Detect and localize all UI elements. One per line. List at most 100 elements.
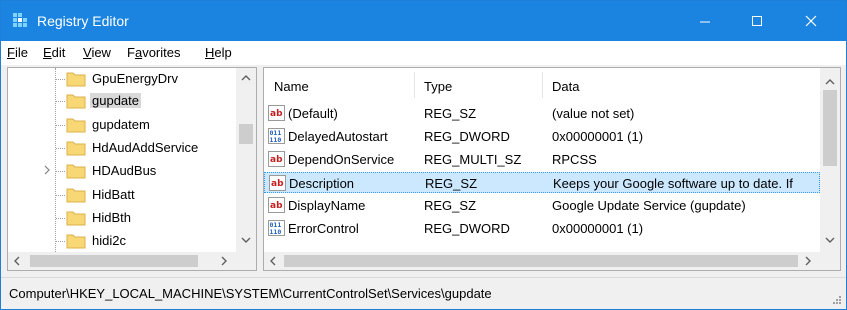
menu-edit[interactable]: Edit — [43, 45, 65, 60]
column-header-type[interactable]: Type — [424, 79, 452, 94]
tree-item-hidi2c[interactable]: hidi2c — [8, 230, 236, 252]
tree-horizontal-scrollbar[interactable] — [8, 252, 256, 270]
list-hscroll-thumb[interactable] — [284, 255, 798, 267]
tree-item-label: HidBth — [92, 210, 132, 225]
column-divider[interactable] — [414, 72, 415, 98]
value-name: DelayedAutostart — [288, 129, 388, 144]
tree-branch-line — [56, 218, 65, 219]
value-name: (Default) — [288, 106, 338, 121]
list-row-errorcontrol[interactable]: 011 110 ErrorControl REG_DWORD 0x00000001… — [264, 218, 820, 239]
value-data: Google Update Service (gupdate) — [552, 198, 746, 213]
value-type: REG_MULTI_SZ — [424, 152, 522, 167]
tree-item-label: gupdate — [90, 93, 141, 108]
svg-text:110: 110 — [270, 228, 282, 236]
svg-text:ab: ab — [270, 201, 283, 211]
tree-item-hidbatt[interactable]: HidBatt — [8, 184, 236, 206]
tree-branch-line — [56, 148, 65, 149]
list-row-displayname[interactable]: ab DisplayName REG_SZ Google Update Serv… — [264, 195, 820, 216]
tree-item-hdaudaddservice[interactable]: HdAudAddService — [8, 137, 236, 159]
list-row-description[interactable]: ab Description REG_SZ Keeps your Google … — [264, 172, 820, 193]
tree-vertical-scrollbar[interactable] — [236, 68, 256, 252]
tree-branch-line — [56, 171, 65, 172]
binary-value-icon: 011110 — [268, 128, 285, 144]
value-type: REG_DWORD — [424, 129, 510, 144]
column-header-data[interactable]: Data — [552, 79, 579, 94]
value-name: DisplayName — [288, 198, 366, 213]
registry-path: Computer\HKEY_LOCAL_MACHINE\SYSTEM\Curre… — [9, 286, 492, 301]
folder-icon — [66, 164, 86, 179]
scroll-up-icon[interactable] — [241, 74, 251, 82]
tree-hscroll-thumb[interactable] — [30, 255, 198, 267]
menu-help-label: elp — [214, 45, 232, 60]
list-horizontal-scrollbar[interactable] — [264, 252, 840, 270]
list-header: Name Type Data — [264, 68, 820, 102]
minimize-icon — [700, 21, 710, 23]
folder-icon — [66, 118, 86, 133]
minimize-button[interactable] — [681, 1, 727, 41]
tree-branch-line — [56, 101, 65, 102]
value-data: 0x00000001 (1) — [552, 221, 644, 236]
svg-text:110: 110 — [270, 136, 282, 144]
string-value-icon: ab — [268, 197, 285, 213]
tree-item-hidbth[interactable]: HidBth — [8, 207, 236, 229]
list-row-default[interactable]: ab (Default) REG_SZ (value not set) — [264, 103, 820, 124]
tree-item-label: GpuEnergyDrv — [92, 71, 178, 86]
value-data: RPCSS — [552, 152, 597, 167]
list-row-dependonservice[interactable]: ab DependOnService REG_MULTI_SZ RPCSS — [264, 149, 820, 170]
tree-branch-line — [56, 125, 65, 126]
menu-favorites[interactable]: Favorites — [127, 45, 180, 60]
scroll-right-icon[interactable] — [804, 256, 812, 266]
registry-values-list[interactable]: Name Type Data ab (Default) REG_SZ (valu… — [263, 67, 841, 271]
value-type: REG_DWORD — [424, 221, 510, 236]
tree-branch-line — [56, 241, 65, 242]
window-title: Registry Editor — [37, 13, 129, 29]
title-bar[interactable]: Registry Editor — [1, 1, 846, 41]
scroll-up-icon[interactable] — [825, 78, 835, 86]
menu-favorites-label: vorites — [142, 45, 181, 60]
tree-item-label: gupdatem — [92, 117, 150, 132]
scroll-down-icon[interactable] — [241, 236, 251, 244]
scroll-left-icon[interactable] — [13, 256, 21, 266]
menu-help[interactable]: Help — [205, 45, 232, 60]
registry-editor-window: Registry Editor File Edit View Favorites… — [0, 0, 847, 310]
folder-icon — [66, 188, 86, 203]
tree-branch-line — [56, 79, 65, 80]
list-row-delayedautostart[interactable]: 011 110 DelayedAutostart REG_DWORD 0x0000… — [264, 126, 820, 147]
binary-value-icon: 011110 — [268, 220, 285, 236]
column-divider[interactable] — [542, 72, 543, 98]
tree-item-gupdatem[interactable]: gupdatem — [8, 114, 236, 136]
column-header-name[interactable]: Name — [274, 79, 309, 94]
close-button[interactable] — [787, 1, 833, 41]
maximize-button[interactable] — [733, 1, 779, 41]
list-vertical-scrollbar[interactable] — [820, 68, 840, 252]
value-type: REG_SZ — [424, 106, 477, 121]
menu-view[interactable]: View — [83, 45, 111, 60]
value-type: REG_SZ — [424, 198, 477, 213]
tree-item-gpuenergydrv[interactable]: GpuEnergyDrv — [8, 68, 236, 90]
registry-key-tree[interactable]: GpuEnergyDrv gupdate gupdatem HdAudAddSe… — [7, 67, 257, 271]
scroll-down-icon[interactable] — [825, 236, 835, 244]
value-type: REG_SZ — [425, 176, 478, 191]
chevron-right-icon[interactable] — [42, 164, 52, 176]
menu-file-label: ile — [14, 45, 28, 60]
scroll-right-icon[interactable] — [220, 256, 228, 266]
string-value-icon: ab — [268, 105, 285, 121]
tree-item-label: HDAudBus — [92, 163, 157, 178]
folder-icon — [66, 211, 86, 226]
string-value-icon: ab — [268, 151, 285, 167]
scroll-left-icon[interactable] — [269, 256, 277, 266]
tree-scroll-thumb[interactable] — [239, 124, 253, 144]
tree-item-hdaudbus[interactable]: HDAudBus — [8, 160, 236, 182]
tree-item-gupdate[interactable]: gupdate — [8, 90, 236, 112]
menu-view-label: iew — [91, 45, 111, 60]
svg-text:ab: ab — [271, 179, 284, 189]
menu-help-mnemonic: H — [205, 45, 215, 60]
value-data: (value not set) — [552, 106, 635, 121]
list-scroll-thumb[interactable] — [823, 90, 837, 166]
folder-icon — [66, 94, 86, 109]
menu-file[interactable]: File — [7, 45, 28, 60]
folder-icon — [66, 72, 86, 87]
tree-item-label: HdAudAddService — [92, 140, 199, 155]
value-name: DependOnService — [288, 152, 395, 167]
resize-grip-icon[interactable] — [832, 295, 842, 305]
